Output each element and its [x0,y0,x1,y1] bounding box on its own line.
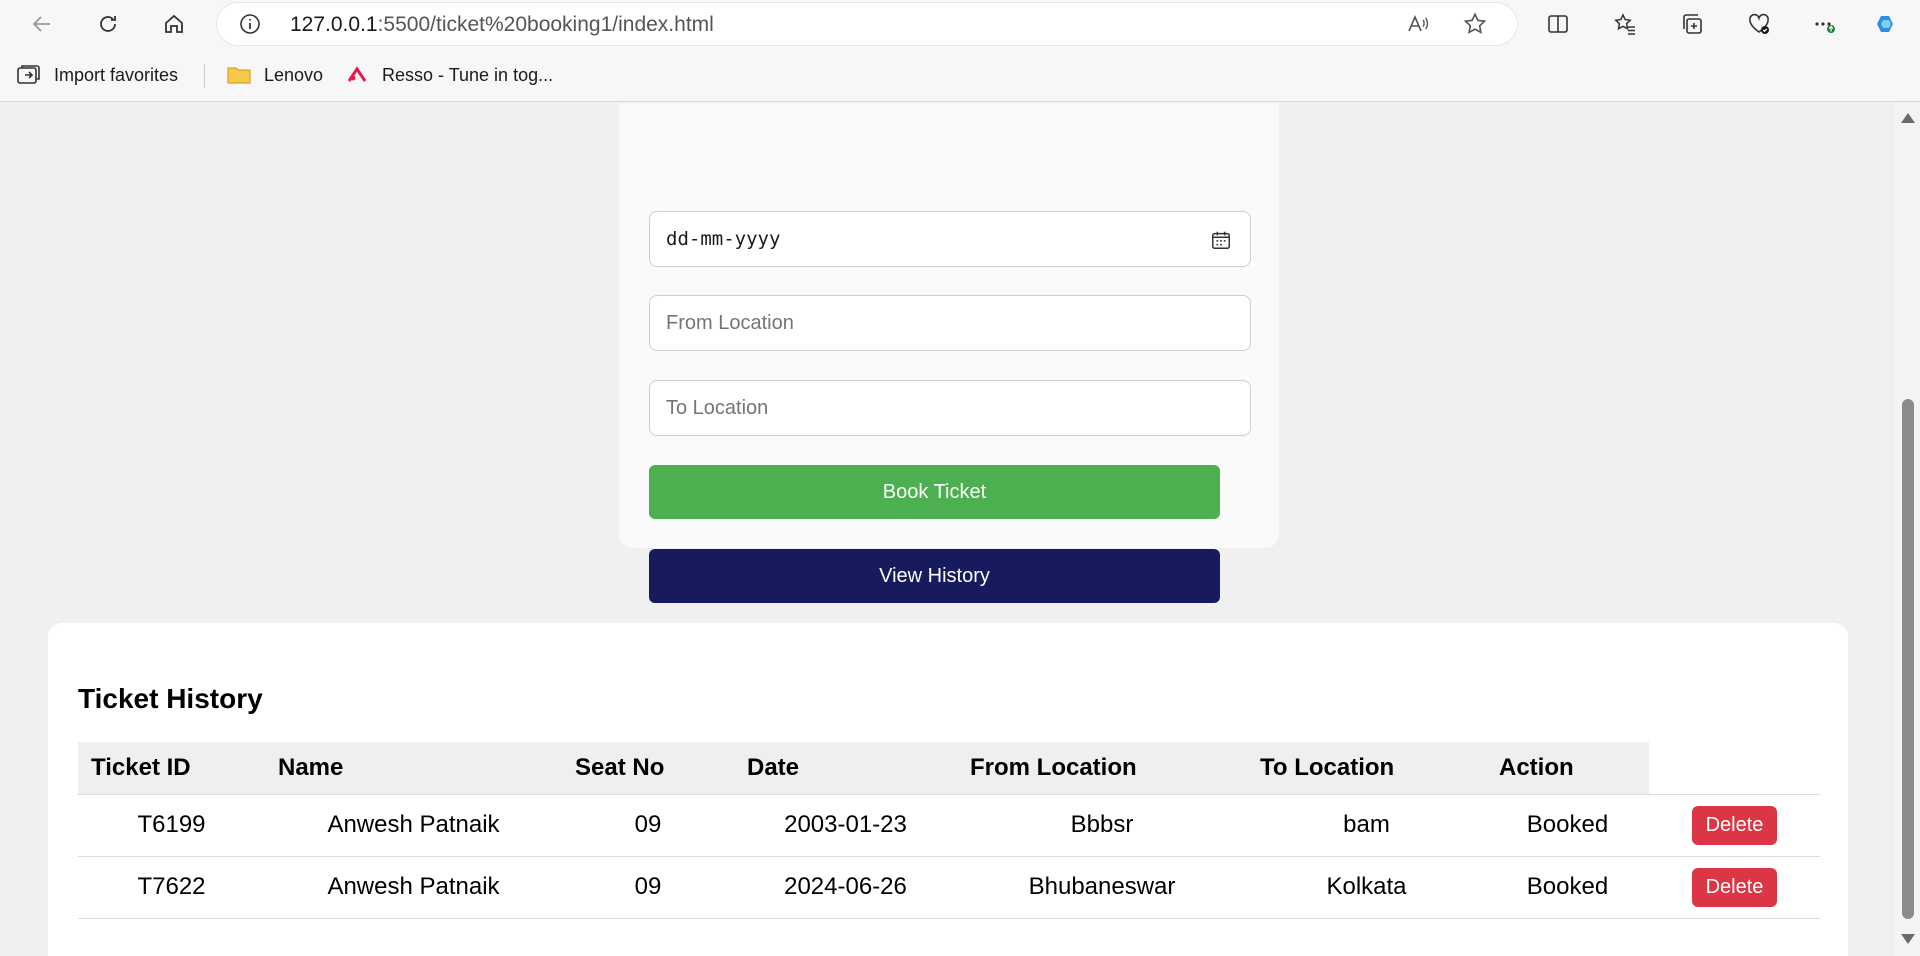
info-icon[interactable] [238,12,262,36]
delete-button[interactable]: Delete [1691,867,1778,907]
address-bar[interactable]: 127.0.0.1:5500/ticket%20booking1/index.h… [216,2,1518,46]
home-icon [165,14,183,33]
favorite-star-icon[interactable] [1462,11,1488,37]
ticket-history-title: Ticket History [78,683,263,714]
back-button[interactable] [24,7,60,41]
heart-pulse-icon [1749,13,1769,34]
column-header-action: Action [1486,742,1649,795]
cell-from-location: Bhubaneswar [957,856,1247,919]
url-text[interactable]: 127.0.0.1:5500/ticket%20booking1/index.h… [290,13,714,37]
home-button[interactable] [156,7,192,41]
collections-icon [1683,14,1702,34]
column-header-from-location: From Location [957,742,1247,795]
table-header-row: Ticket ID Name Seat No Date From Locatio… [78,742,1820,795]
delete-button[interactable]: Delete [1691,805,1778,845]
cell-name: Anwesh Patnaik [265,856,562,919]
cell-to-location: Kolkata [1247,856,1486,919]
collections-button[interactable] [1674,7,1710,41]
cell-ticket-id: T7622 [78,856,265,919]
scroll-down-arrow[interactable] [1901,934,1915,944]
cell-to-location: bam [1247,794,1486,857]
column-header-seat-no: Seat No [562,742,734,795]
folder-icon [227,67,251,84]
split-screen-button[interactable] [1540,7,1576,41]
copilot-icon [1877,16,1893,32]
booking-form-card: dd-mm-yyyy From Location To Location Boo… [619,103,1279,603]
bookmark-label: Lenovo [264,64,324,85]
bookmark-label: Resso - Tune in tog... [382,64,554,85]
view-history-button[interactable]: View History [649,549,1220,603]
cell-seat-no: 09 [562,856,734,919]
url-path: :5500/ticket%20booking1/index.html [377,13,714,36]
date-placeholder: dd-mm-yyyy [666,228,781,250]
browser-toolbar: 127.0.0.1:5500/ticket%20booking1/index.h… [0,0,1920,48]
more-dots-icon [1815,22,1835,33]
to-location-placeholder: To Location [666,396,769,419]
cell-date: 2003-01-23 [734,794,957,857]
cell-seat-no: 09 [562,794,734,857]
browser-essentials-button[interactable] [1741,7,1777,41]
column-header-ticket-id: Ticket ID [78,742,265,795]
table-row: T7622 Anwesh Patnaik 09 2024-06-26 Bhuba… [78,856,1820,919]
more-options-button[interactable] [1806,7,1842,41]
bookmark-resso[interactable]: Resso - Tune in tog... [344,62,553,88]
cell-from-location: Bbbsr [957,794,1247,857]
cell-name: Anwesh Patnaik [265,794,562,857]
bookmark-import-favorites[interactable]: Import favorites [16,62,178,88]
column-header-name: Name [265,742,562,795]
favorites-icon [1614,13,1635,35]
cell-status: Booked [1486,856,1649,919]
calendar-icon[interactable] [1210,229,1232,251]
url-host: 127.0.0.1 [290,13,378,36]
cell-action: Delete [1649,794,1820,857]
resso-icon [347,66,367,82]
column-header-to-location: To Location [1247,742,1486,795]
ticket-history-table: Ticket ID Name Seat No Date From Locatio… [78,742,1820,919]
import-icon [17,65,40,84]
table-row: T6199 Anwesh Patnaik 09 2003-01-23 Bbbsr… [78,794,1820,857]
bookmark-lenovo[interactable]: Lenovo [226,62,323,88]
bookmark-separator [204,64,205,88]
date-input[interactable]: dd-mm-yyyy [649,211,1251,267]
favorites-button[interactable] [1607,7,1643,41]
cell-ticket-id: T6199 [78,794,265,857]
to-location-input[interactable]: To Location [649,380,1251,436]
cell-date: 2024-06-26 [734,856,957,919]
scrollbar-thumb[interactable] [1902,399,1914,919]
refresh-icon [100,16,116,32]
page-scrollbar[interactable] [1894,103,1920,956]
from-location-input[interactable]: From Location [649,295,1251,351]
scroll-up-arrow[interactable] [1901,113,1915,123]
copilot-button[interactable] [1868,7,1904,41]
column-header-blank [1649,742,1820,795]
split-screen-icon [1548,15,1568,33]
read-aloud-icon[interactable] [1406,12,1430,36]
from-location-placeholder: From Location [666,311,794,334]
bookmark-label: Import favorites [54,64,179,85]
book-ticket-button[interactable]: Book Ticket [649,465,1220,519]
ticket-history-card: Ticket History Ticket ID Name Seat No Da… [48,623,1848,956]
page-viewport: dd-mm-yyyy From Location To Location Boo… [0,103,1894,956]
back-arrow-icon [32,16,50,32]
cell-action: Delete [1649,856,1820,919]
column-header-date: Date [734,742,957,795]
refresh-button[interactable] [90,7,126,41]
cell-status: Booked [1486,794,1649,857]
bookmarks-bar: Import favorites Lenovo Resso - Tune in … [0,48,1920,102]
